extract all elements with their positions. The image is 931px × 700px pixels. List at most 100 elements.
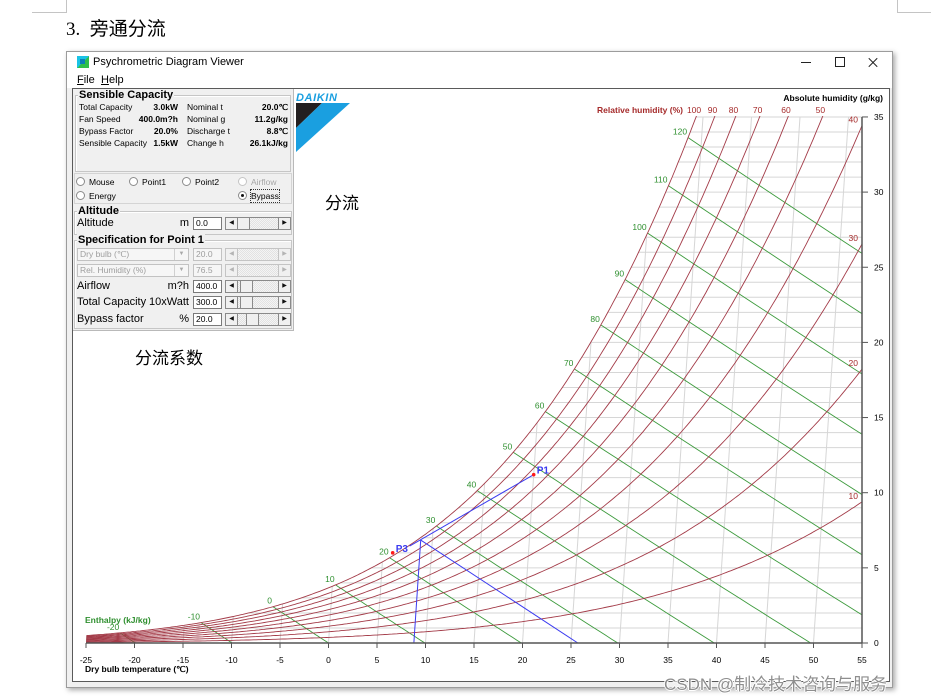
document-heading: 3. 旁通分流 xyxy=(66,19,166,40)
maximize-icon[interactable] xyxy=(825,52,855,73)
x-tick-label: -5 xyxy=(276,655,284,665)
rh-curve-label: 70 xyxy=(753,105,763,115)
radio-button-icon[interactable] xyxy=(182,177,191,186)
menu-help[interactable]: Help xyxy=(101,74,124,86)
minimize-icon[interactable] xyxy=(792,52,822,73)
point-marker-p3[interactable] xyxy=(390,551,395,555)
readout-row: Total Capacity 3.0kW Nominal t 20.0℃ xyxy=(73,101,293,113)
enthalpy-line-label: 40 xyxy=(467,480,477,490)
readout-value: 400.0m?h xyxy=(138,114,178,124)
spec-variable-select-2[interactable]: Rel. Humidity (%) ▼ xyxy=(77,264,189,277)
scroll-left-icon[interactable]: ◀ xyxy=(226,265,238,276)
scroll-right-icon[interactable]: ▶ xyxy=(278,218,290,229)
scroll-right-icon[interactable]: ▶ xyxy=(278,281,290,292)
y-tick-label: 25 xyxy=(874,262,884,272)
spec-point1-title: Specification for Point 1 xyxy=(77,234,205,246)
x-tick-label: 35 xyxy=(663,655,673,665)
altitude-input[interactable]: 0.0 xyxy=(193,217,222,230)
bypass-factor-slider[interactable]: ◀ ▶ xyxy=(225,313,291,326)
enthalpy-line-label: 100 xyxy=(632,222,646,232)
bypass-factor-unit: % xyxy=(179,313,189,325)
scroll-right-icon[interactable]: ▶ xyxy=(278,297,290,308)
radio-button-icon[interactable] xyxy=(129,177,138,186)
scroll-right-icon[interactable]: ▶ xyxy=(278,265,290,276)
total-capacity-slider[interactable]: ◀ ▶ xyxy=(225,296,291,309)
total-capacity-input[interactable]: 300.0 xyxy=(193,296,222,309)
dry-bulb-slider[interactable]: ◀ ▶ xyxy=(225,248,291,261)
app-window: Psychrometric Diagram Viewer File Help D… xyxy=(66,51,893,688)
point-marker-p1[interactable] xyxy=(531,472,536,477)
readout-value: 1.5kW xyxy=(153,138,178,148)
rh-curve-label: 60 xyxy=(781,105,791,115)
scroll-right-icon[interactable]: ▶ xyxy=(278,249,290,260)
radio-button-icon[interactable] xyxy=(76,191,85,200)
slider-thumb[interactable] xyxy=(246,314,260,325)
total-capacity-unit: 10xWatt xyxy=(149,296,189,308)
scroll-left-icon[interactable]: ◀ xyxy=(226,297,238,308)
chevron-down-icon[interactable]: ▼ xyxy=(174,249,188,260)
readout-value: 20.0% xyxy=(153,126,178,136)
y-tick-label: 15 xyxy=(874,413,884,423)
airflow-slider[interactable]: ◀ ▶ xyxy=(225,280,291,293)
point-label: P1 xyxy=(537,466,550,477)
bypass-factor-input[interactable]: 20.0 xyxy=(193,313,222,326)
chart-client-area[interactable]: DAIKIN -20 -10 0 10 20 30 40 50 60 70 80 90 100 110 12… xyxy=(72,88,890,682)
rel-humidity-input[interactable]: 76.5 xyxy=(193,264,222,277)
radio-label: Point2 xyxy=(195,177,220,187)
radio-label: Energy xyxy=(89,191,116,201)
x-tick-label: 50 xyxy=(809,655,819,665)
radio-button-icon[interactable] xyxy=(238,191,247,200)
x-tick-label: 5 xyxy=(375,655,380,665)
x-tick-label: 25 xyxy=(566,655,576,665)
watermark: CSDN @制冷技术咨询与服务 xyxy=(664,675,888,694)
sensible-capacity-title: Sensible Capacity xyxy=(78,89,175,101)
slider-thumb[interactable] xyxy=(239,281,253,292)
airflow-input[interactable]: 400.0 xyxy=(193,280,222,293)
y-tick-label: 0 xyxy=(874,638,879,648)
radio-label: Point1 xyxy=(142,177,167,187)
radio-label: Mouse xyxy=(89,177,115,187)
enthalpy-line-label: 90 xyxy=(615,269,625,279)
chevron-down-icon[interactable]: ▼ xyxy=(174,265,188,276)
enthalpy-line-label: 20 xyxy=(379,547,389,557)
slider-thumb[interactable] xyxy=(237,218,250,229)
scroll-right-icon[interactable]: ▶ xyxy=(278,314,290,325)
altitude-label: Altitude xyxy=(77,217,114,229)
scroll-left-icon[interactable]: ◀ xyxy=(226,314,238,325)
enthalpy-line-label: 60 xyxy=(535,401,545,411)
menu-bar: File Help xyxy=(67,73,892,88)
readout-value: 26.1kJ/kg xyxy=(249,138,288,148)
rh-curve-label: 90 xyxy=(708,105,718,115)
readout-row: Fan Speed 400.0m?h Nominal g 11.2g/kg xyxy=(73,113,293,125)
rh-curve-label: 20 xyxy=(849,358,859,368)
readout-row: Sensible Capacity 1.5kW Change h 26.1kJ/… xyxy=(73,137,293,149)
annotation-bypass-split: 分流 xyxy=(325,194,359,213)
spec-variable-select-1[interactable]: Dry bulb (℃) ▼ xyxy=(77,248,189,261)
select-value: Dry bulb (℃) xyxy=(80,249,130,259)
altitude-group-title: Altitude xyxy=(77,205,120,217)
rh-axis-title: Relative humidity (%) xyxy=(597,105,683,115)
page-corner-mark xyxy=(897,0,898,12)
dry-bulb-input[interactable]: 20.0 xyxy=(193,248,222,261)
close-icon[interactable] xyxy=(859,52,889,73)
airflow-unit: m?h xyxy=(167,280,189,292)
rh-curve-label: 30 xyxy=(849,233,859,243)
altitude-slider[interactable]: ◀ ▶ xyxy=(225,217,291,230)
slider-thumb[interactable] xyxy=(239,297,253,308)
rel-humidity-slider[interactable]: ◀ ▶ xyxy=(225,264,291,277)
radio-label: Bypass xyxy=(250,189,280,203)
grid-line-dry-bulb xyxy=(716,116,752,644)
radio-button-icon[interactable] xyxy=(76,177,85,186)
menu-file[interactable]: File xyxy=(77,74,95,86)
point-label: P3 xyxy=(396,544,409,555)
readout-label: Change h xyxy=(187,138,224,148)
scroll-left-icon[interactable]: ◀ xyxy=(226,249,238,260)
title-bar[interactable]: Psychrometric Diagram Viewer xyxy=(67,52,892,73)
scroll-left-icon[interactable]: ◀ xyxy=(226,281,238,292)
app-icon xyxy=(77,56,89,68)
radio-button-icon[interactable] xyxy=(238,177,247,186)
grid-line-dry-bulb xyxy=(522,422,538,644)
rh-curve-label: 80 xyxy=(729,105,739,115)
window-title: Psychrometric Diagram Viewer xyxy=(93,56,244,68)
readout-value: 20.0℃ xyxy=(261,102,288,112)
